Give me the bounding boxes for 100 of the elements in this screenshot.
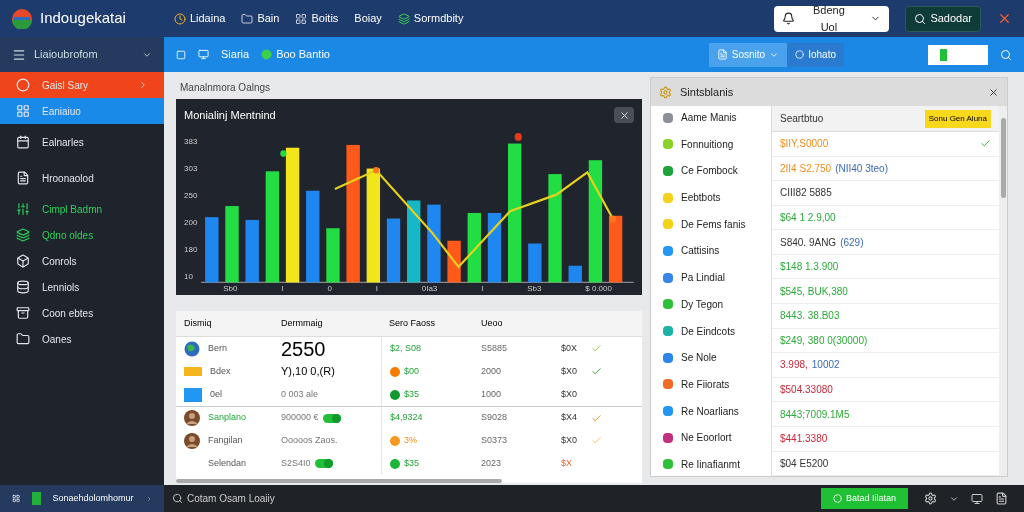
- value-text: $249, 380 0(30000): [780, 333, 868, 348]
- panel-title: Sintsblanis: [680, 84, 735, 100]
- table-row[interactable]: Bern 2550 $2, S08 S5885 $0X: [176, 337, 642, 360]
- close-icon: [997, 11, 1012, 26]
- tile-icon: [184, 387, 202, 402]
- table-row[interactable]: Sanplano 900000 € $4,9324 S9028 $X4: [176, 406, 642, 429]
- globe-icon: [184, 340, 200, 357]
- nav-link[interactable]: Boitis: [295, 10, 339, 27]
- amount-text: S9028: [481, 411, 509, 425]
- circle-icon: [795, 50, 805, 59]
- sidebar-item[interactable]: Cimpl Badmn: [0, 196, 164, 222]
- list-item[interactable]: Aame Manis: [651, 110, 771, 125]
- value-row[interactable]: 3.998, 10002: [772, 353, 999, 378]
- axis-label: 10: [184, 270, 194, 283]
- sidebar-item[interactable]: Ealnarles: [0, 124, 164, 160]
- list-item[interactable]: Ne Eoorlort: [651, 430, 771, 446]
- nav-link[interactable]: Lidaina: [173, 10, 226, 27]
- axis-label: I: [281, 283, 284, 295]
- action-button[interactable]: Sonu Gen Aluna: [924, 109, 991, 128]
- toggle-switch[interactable]: [322, 413, 341, 423]
- amount-text: 2023: [481, 456, 503, 470]
- toolbar-link[interactable]: Boo Bantio: [261, 46, 330, 63]
- sidebar-icon: [16, 228, 30, 242]
- value-text: S840. 9ANG: [780, 235, 837, 250]
- chart-bar: [326, 227, 340, 282]
- axis-label: 303: [184, 162, 198, 175]
- sidebar-item[interactable]: Conrols: [0, 248, 164, 274]
- document-icon: [716, 49, 728, 60]
- search-button[interactable]: Sadodar: [905, 5, 981, 32]
- chart-bar: [467, 212, 482, 282]
- input-field[interactable]: [928, 44, 988, 65]
- value-text: CIII82 5885: [780, 186, 832, 201]
- nav-link[interactable]: Boiay: [354, 10, 382, 27]
- chart-bar: [205, 216, 219, 282]
- list-item[interactable]: De Eindcots: [651, 323, 771, 339]
- chevron-icon: [138, 80, 148, 90]
- value-row[interactable]: $04 E5200: [772, 451, 999, 477]
- list-item[interactable]: Cattisins: [651, 243, 771, 259]
- square-icon: [176, 49, 186, 60]
- detail-text: 2550: [281, 338, 326, 359]
- value-row[interactable]: CIII82 5885: [772, 181, 999, 206]
- table-row[interactable]: Fangilan Ooooos Zaos. 3% S0373 $X0: [176, 429, 642, 452]
- column-header: Sero Faoss: [388, 316, 437, 330]
- sidebar-icon: [16, 280, 30, 294]
- list-item[interactable]: Re Fiiorats: [651, 376, 771, 392]
- value-text: $504.33080: [780, 383, 833, 398]
- list-item[interactable]: De Fems fanis: [651, 216, 771, 232]
- sidebar-item[interactable]: Lenniols: [0, 274, 164, 300]
- column-header: Dermmaig: [281, 316, 324, 330]
- value-text: $441.3380: [780, 432, 828, 447]
- bell-icon: [782, 12, 796, 25]
- dot-icon: [261, 49, 273, 60]
- list-item[interactable]: Se Nole: [651, 350, 771, 366]
- table-row[interactable]: 0el 0 003 ale $35 1000 $X0: [176, 383, 642, 406]
- account-dropdown[interactable]: Bdeng Uol: [774, 5, 890, 32]
- list-item[interactable]: Re Noarlians: [651, 403, 771, 419]
- logo-icon: [12, 8, 32, 29]
- column-header: Seartbtuo: [780, 112, 825, 126]
- value-note: 10002: [811, 358, 840, 373]
- list-item[interactable]: Pa Lindial: [651, 270, 771, 286]
- list-item[interactable]: Eebtbots: [651, 190, 771, 206]
- chart-bar: [387, 218, 401, 282]
- toolbar-link[interactable]: Siaria: [221, 46, 250, 63]
- sidebar-item[interactable]: Qdno oldes: [0, 222, 164, 248]
- close-button[interactable]: [614, 107, 634, 124]
- value-text: 3.998,: [780, 358, 808, 373]
- axis-label: 0Ia3: [421, 283, 438, 295]
- menu-bar[interactable]: Liaioubrofom: [0, 37, 164, 72]
- value-text: 8443. 38.B03: [780, 309, 840, 324]
- axis-label: Sb0: [223, 283, 238, 295]
- fee-text: $X0: [561, 364, 578, 378]
- toolbar-button[interactable]: Iohato: [787, 42, 844, 67]
- sidebar-icon: [16, 78, 30, 92]
- search-icon: [914, 12, 927, 25]
- nav-link[interactable]: Bain: [241, 10, 280, 27]
- price-text: $35: [404, 456, 420, 470]
- table-row[interactable]: Bdex Y),10 0,(R) $00 2000 $X0: [176, 360, 642, 383]
- nav-link[interactable]: Sormdbity: [397, 10, 464, 27]
- check-icon: [591, 412, 602, 424]
- sidebar-icon: [16, 306, 30, 320]
- list-item[interactable]: Ce Fombock: [651, 163, 771, 179]
- list-item[interactable]: Dy Tegon: [651, 296, 771, 312]
- data-point: [610, 215, 617, 222]
- column-header: Ueoo: [481, 316, 504, 330]
- value-row[interactable]: S840. 9ANG (629): [772, 230, 999, 255]
- table-row[interactable]: Selendan S2S4I0 $35 2023 $X: [176, 452, 642, 475]
- sidebar-item[interactable]: Oanes: [0, 326, 164, 352]
- list-item[interactable]: Re Iinafianmt: [651, 456, 771, 472]
- sidebar-item[interactable]: Coon ebtes: [0, 300, 164, 326]
- axis-label: I: [375, 283, 378, 295]
- sidebar-item[interactable]: Hroonaolod: [0, 160, 164, 196]
- data-point: [515, 132, 523, 141]
- fee-text: $X0: [561, 433, 578, 447]
- list-item[interactable]: Fonnuitiong: [651, 136, 771, 152]
- amount-text: S5885: [481, 341, 509, 355]
- row-name: Sanplano: [208, 411, 247, 425]
- chart-bar: [447, 240, 462, 282]
- gear-icon: [659, 85, 672, 99]
- sidebar-icon: [16, 171, 30, 185]
- toggle-switch[interactable]: [314, 459, 333, 468]
